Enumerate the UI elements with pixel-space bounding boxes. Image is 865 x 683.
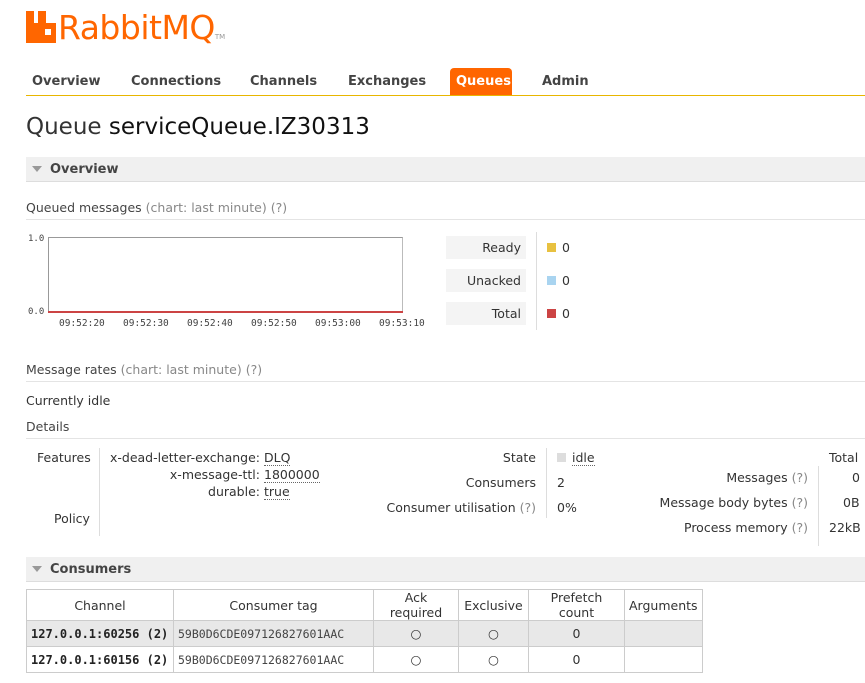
- chart-x-tick: 09:53:00: [315, 318, 361, 329]
- prefetch-count: 0: [528, 620, 625, 647]
- consumers-label: Consumers: [465, 475, 536, 490]
- state-indicator-icon: [557, 453, 566, 462]
- tab-admin[interactable]: Admin: [536, 68, 595, 95]
- state-value: idle: [557, 450, 595, 466]
- chart-y-min-label: 0.0: [28, 307, 45, 317]
- collapse-triangle-icon: [32, 165, 42, 172]
- tab-connections[interactable]: Connections: [125, 68, 227, 95]
- help-link[interactable]: (?): [792, 470, 808, 485]
- chart-x-tick: 09:52:30: [123, 318, 169, 329]
- legend-total-swatch[interactable]: [547, 309, 556, 318]
- tab-channels[interactable]: Channels: [244, 68, 323, 95]
- trademark: TM: [214, 33, 226, 41]
- totals-divider: [818, 466, 819, 546]
- consumers-section-toggle[interactable]: Consumers: [26, 557, 865, 582]
- prefetch-count: 0: [528, 646, 625, 673]
- message-body-bytes-value: 0B: [843, 495, 860, 510]
- feature-value-dlx: DLQ: [264, 450, 291, 466]
- legend-total-value: 0: [562, 306, 570, 321]
- features-divider: [99, 448, 100, 536]
- features-label: Features: [37, 450, 91, 465]
- state-label: State: [502, 450, 536, 465]
- exclusive-indicator: ○: [458, 620, 529, 647]
- legend-divider: [536, 232, 537, 330]
- help-link[interactable]: (?): [520, 500, 536, 515]
- consumer-utilisation-value: 0%: [557, 500, 577, 515]
- legend-unacked-swatch[interactable]: [547, 276, 556, 285]
- column-header-channel: Channel: [26, 589, 174, 621]
- column-header-prefetch-count: Prefetch count: [528, 589, 625, 621]
- table-row: 127.0.0.1:60256 (2) 59B0D6CDE09712682760…: [26, 620, 703, 647]
- legend-ready-label: Ready: [446, 236, 526, 259]
- feature-key: x-dead-letter-exchange:: [109, 450, 260, 465]
- legend-unacked-value: 0: [562, 273, 570, 288]
- chart-x-tick: 09:52:50: [251, 318, 297, 329]
- tab-exchanges[interactable]: Exchanges: [342, 68, 432, 95]
- help-link[interactable]: (?): [792, 495, 808, 510]
- message-body-bytes-label: Message body bytes (?): [659, 495, 808, 510]
- queue-name: serviceQueue.IZ30313: [108, 114, 370, 140]
- legend-ready-swatch[interactable]: [547, 243, 556, 252]
- tab-overview[interactable]: Overview: [26, 68, 107, 95]
- exclusive-indicator: ○: [458, 646, 529, 673]
- rabbit-logo-icon: [26, 11, 56, 43]
- process-memory-value: 22kB: [829, 520, 861, 535]
- tab-queues[interactable]: Queues: [450, 68, 512, 95]
- channel-link[interactable]: 127.0.0.1:60256 (2): [26, 620, 174, 647]
- chart-total-series-line: [48, 311, 403, 313]
- consumer-tag: 59B0D6CDE097126827601AAC: [173, 646, 374, 673]
- collapse-triangle-icon: [32, 565, 42, 572]
- currently-idle-text: Currently idle: [26, 393, 111, 408]
- consumer-utilisation-label: Consumer utilisation (?): [386, 500, 536, 515]
- chart-range-link[interactable]: (chart: last minute): [146, 200, 267, 215]
- column-header-ack-required: Ack required: [373, 589, 459, 621]
- state-divider: [546, 448, 547, 518]
- chart-y-max-label: 1.0: [28, 234, 45, 244]
- legend-total-label: Total: [446, 302, 526, 325]
- table-row: 127.0.0.1:60156 (2) 59B0D6CDE09712682760…: [26, 646, 703, 673]
- message-rates-heading: Message rates (chart: last minute) (?): [26, 360, 865, 382]
- messages-value: 0: [852, 470, 860, 485]
- arguments-cell: [624, 620, 703, 647]
- table-header-row: Channel Consumer tag Ack required Exclus…: [26, 589, 703, 621]
- help-link[interactable]: (?): [271, 200, 287, 215]
- legend-ready-value: 0: [562, 240, 570, 255]
- consumers-value: 2: [557, 475, 565, 490]
- ack-required-indicator: ○: [373, 646, 459, 673]
- consumer-tag: 59B0D6CDE097126827601AAC: [173, 620, 374, 647]
- main-nav: Overview Connections Channels Exchanges …: [26, 68, 865, 96]
- process-memory-label: Process memory (?): [684, 520, 808, 535]
- details-heading: Details: [26, 417, 865, 439]
- page-title: Queue serviceQueue.IZ30313: [26, 114, 370, 140]
- feature-value-ttl: 1800000: [264, 467, 320, 483]
- feature-key: x-message-ttl:: [169, 467, 260, 482]
- feature-value-durable: true: [264, 484, 290, 500]
- help-link[interactable]: (?): [792, 520, 808, 535]
- logo-wordmark: RabbitMQ: [58, 7, 215, 47]
- channel-link[interactable]: 127.0.0.1:60156 (2): [26, 646, 174, 673]
- consumers-table: Channel Consumer tag Ack required Exclus…: [26, 589, 703, 673]
- chart-x-tick: 09:52:40: [187, 318, 233, 329]
- column-header-exclusive: Exclusive: [458, 589, 529, 621]
- policy-label: Policy: [54, 511, 90, 526]
- queued-messages-heading: Queued messages (chart: last minute) (?): [26, 198, 865, 220]
- messages-label: Messages (?): [726, 470, 808, 485]
- chart-x-tick: 09:53:10: [379, 318, 425, 329]
- chart-x-tick: 09:52:20: [59, 318, 105, 329]
- rabbitmq-logo[interactable]: RabbitMQ TM: [26, 9, 225, 45]
- ack-required-indicator: ○: [373, 620, 459, 647]
- feature-key: durable:: [208, 484, 260, 499]
- queued-messages-chart: [48, 237, 403, 313]
- arguments-cell: [624, 646, 703, 673]
- overview-section-toggle[interactable]: Overview: [26, 157, 865, 182]
- total-column-header: Total: [829, 450, 859, 465]
- column-header-consumer-tag: Consumer tag: [173, 589, 374, 621]
- chart-range-link[interactable]: (chart: last minute): [121, 362, 242, 377]
- help-link[interactable]: (?): [246, 362, 262, 377]
- column-header-arguments: Arguments: [624, 589, 703, 621]
- legend-unacked-label: Unacked: [446, 269, 526, 292]
